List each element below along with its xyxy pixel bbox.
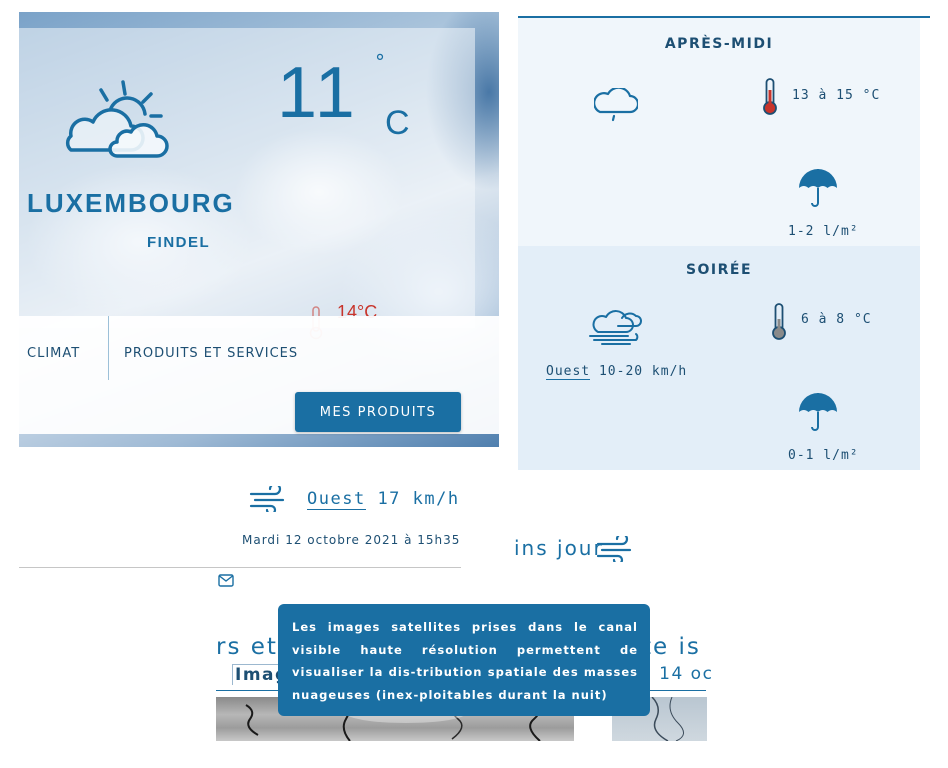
evening-title: SOIRÉE <box>685 262 753 278</box>
satellite-info-tooltip: Les images satellites prises dans le can… <box>278 604 650 716</box>
evening-temp-range: 6 à 8 °C <box>801 312 872 327</box>
mail-icon[interactable] <box>218 574 234 587</box>
heading-fade <box>608 536 930 566</box>
city-name: LUXEMBOURG <box>27 188 235 218</box>
evening-wind-direction-link[interactable]: Ouest <box>546 364 591 380</box>
section-divider <box>19 567 461 568</box>
forecast-panel: APRÈS-MIDI 13 à 15 °C 1-2 l/m² SOIRÉE Ou… <box>518 16 930 470</box>
wind-speed: 17 km/h <box>377 489 460 509</box>
satellite-heading: rs et te is <box>216 634 699 660</box>
afternoon-title: APRÈS-MIDI <box>664 36 774 52</box>
evening-wind: Ouest 10-20 km/h <box>546 364 688 380</box>
wind-direction-link[interactable]: Ouest <box>307 489 366 510</box>
nav-divider <box>108 316 109 380</box>
satellite-heading-right: te is <box>642 634 701 660</box>
evening-wind-speed: 10-20 km/h <box>598 364 688 379</box>
nav-item-climat[interactable]: CLIMAT <box>27 346 80 361</box>
umbrella-icon <box>799 393 837 431</box>
current-weather-panel <box>19 28 475 328</box>
current-wind: Ouest 17 km/h <box>249 486 460 512</box>
wind-icon <box>596 536 632 562</box>
umbrella-icon <box>799 169 837 207</box>
satellite-date: i 14 oc <box>646 664 714 684</box>
main-nav: CLIMAT PRODUITS ET SERVICES MES PRODUITS <box>19 316 499 434</box>
nav-item-produits-services[interactable]: PRODUITS ET SERVICES <box>124 346 298 361</box>
degree-symbol: ° <box>375 50 385 74</box>
current-weather-card: 11 ° C LUXEMBOURG FINDEL 14°C CLIMAT PRO… <box>19 12 499 447</box>
sun-behind-clouds-icon <box>65 80 169 158</box>
afternoon-forecast: APRÈS-MIDI 13 à 15 °C 1-2 l/m² <box>518 18 920 246</box>
evening-forecast: SOIRÉE Ouest 10-20 km/h 6 à 8 °C 0-1 l/m… <box>518 246 920 470</box>
temperature-unit: C <box>385 104 410 142</box>
station-name: FINDEL <box>147 234 211 251</box>
satellite-heading-left: rs et <box>216 634 278 660</box>
forecast-edge <box>920 18 930 470</box>
my-products-button[interactable]: MES PRODUITS <box>295 392 461 432</box>
afternoon-precip: 1-2 l/m² <box>788 224 859 239</box>
upcoming-days-heading: ins jour <box>514 536 604 560</box>
current-temperature: 11 <box>277 53 358 133</box>
wind-icon <box>249 486 285 512</box>
thermometer-icon <box>772 303 786 340</box>
current-wind-text: Ouest 17 km/h <box>307 489 460 510</box>
evening-precip: 0-1 l/m² <box>788 448 859 463</box>
afternoon-temp-range: 13 à 15 °C <box>792 88 881 103</box>
light-rain-cloud-icon <box>594 88 638 122</box>
windy-clouds-icon <box>589 310 642 345</box>
observation-date: Mardi 12 octobre 2021 à 15h35 <box>242 533 461 547</box>
thermometer-hot-icon <box>763 78 777 115</box>
